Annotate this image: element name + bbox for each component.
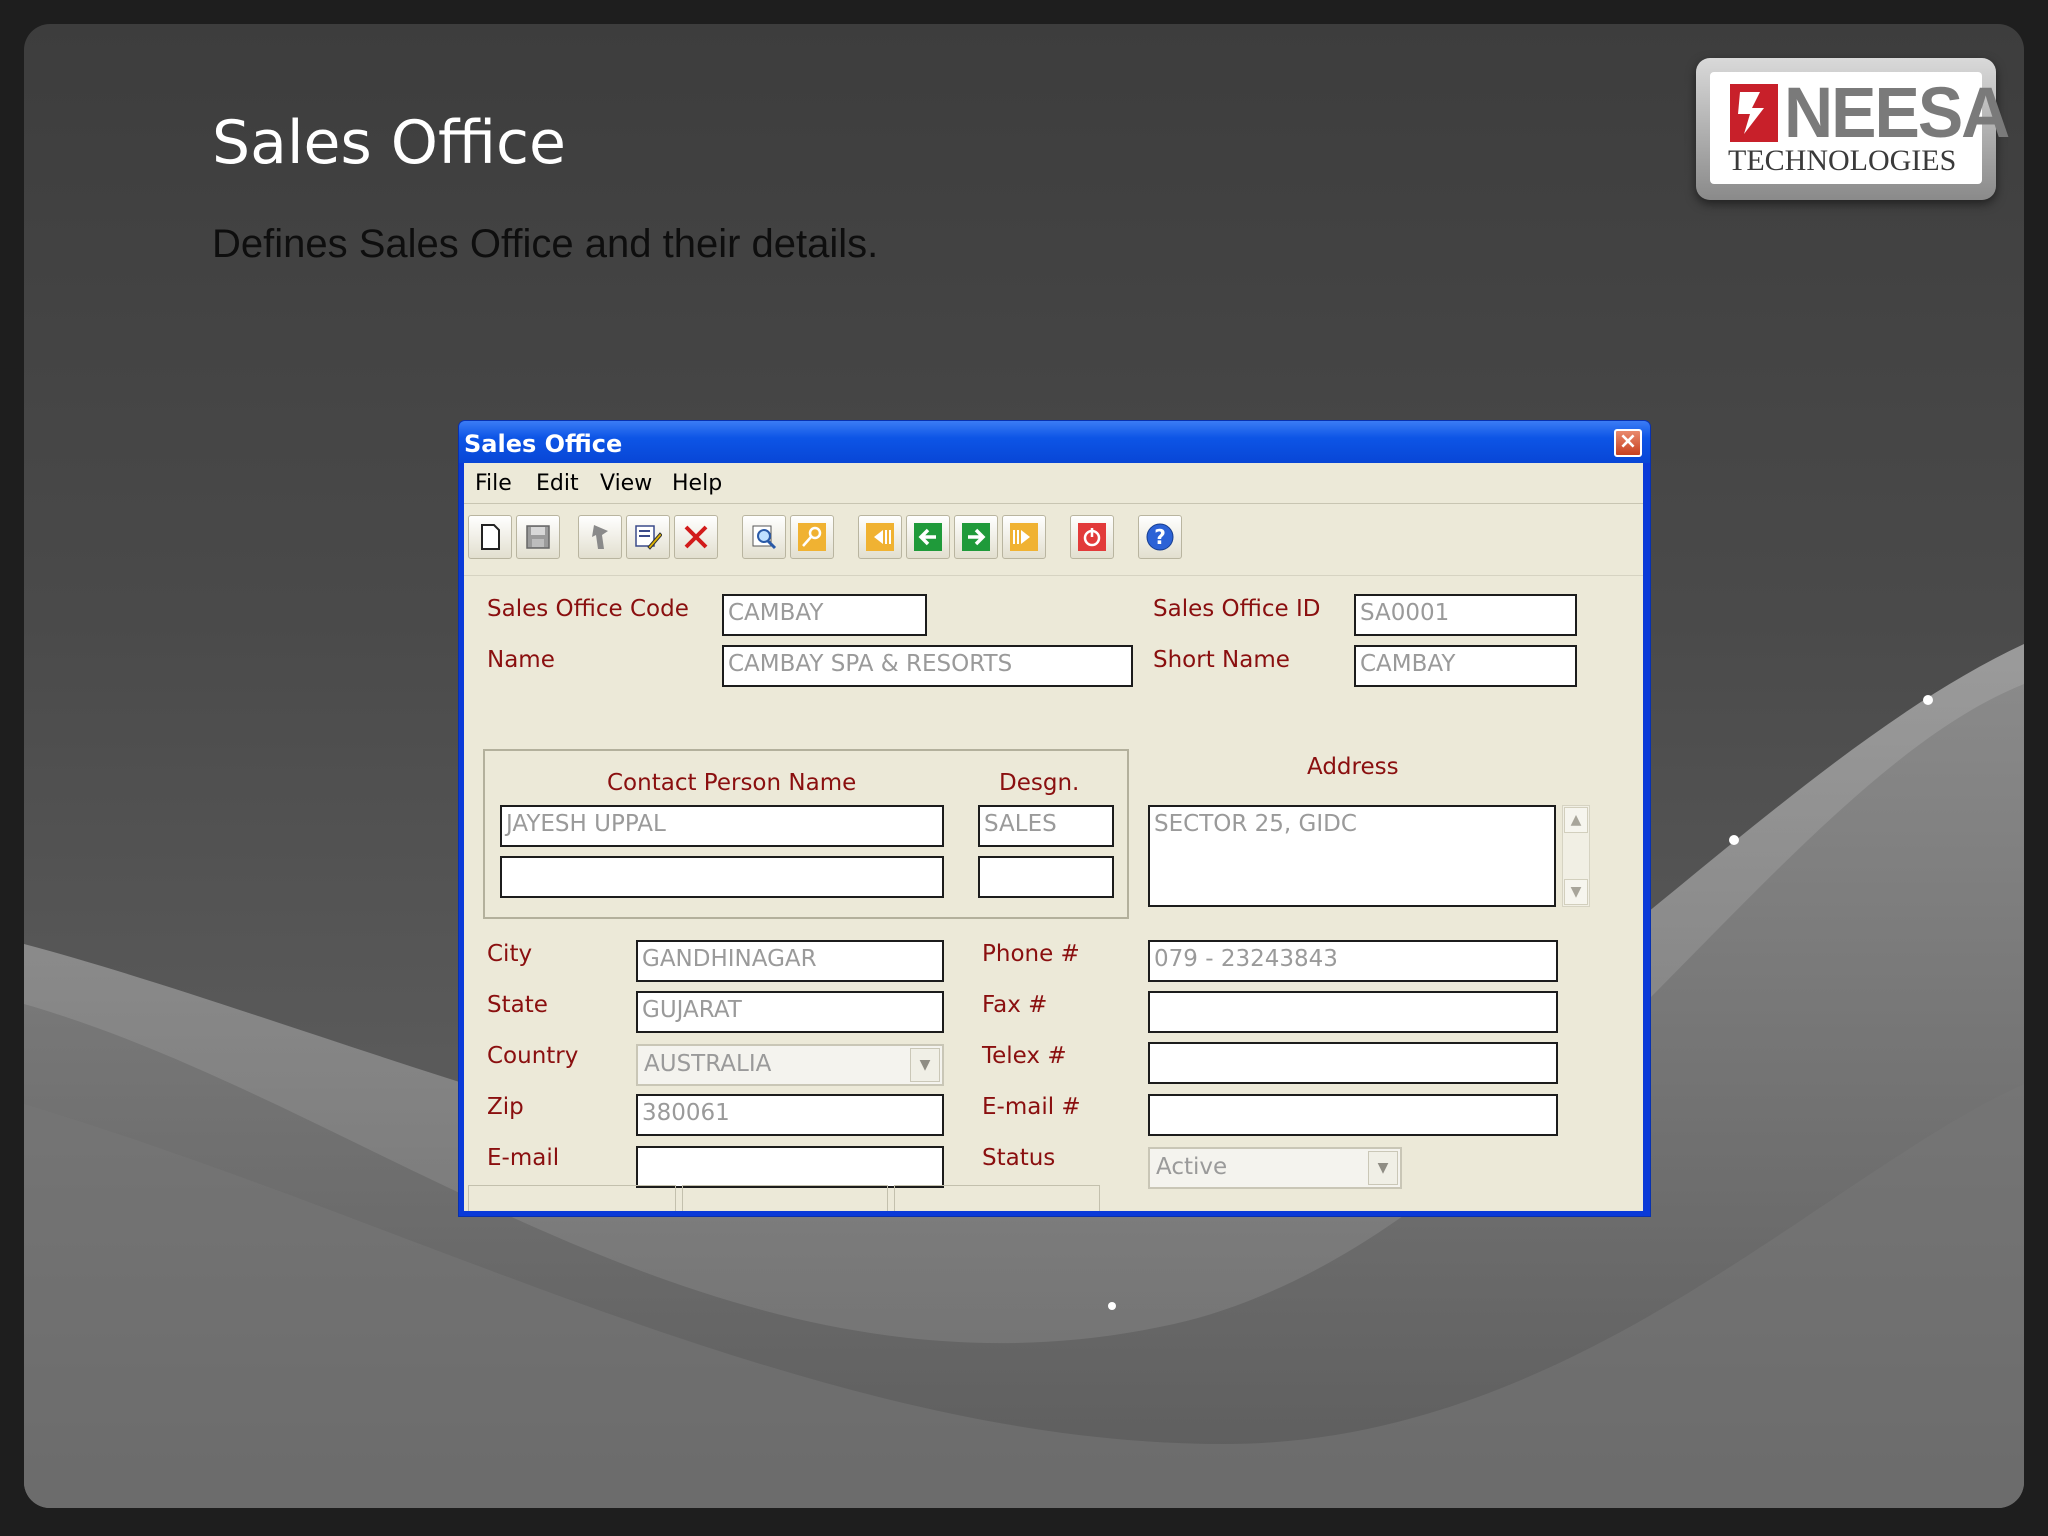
phone-field[interactable]: 079 - 23243843: [1148, 940, 1558, 982]
zip-label: Zip: [487, 1094, 524, 1120]
new-icon: [481, 524, 500, 550]
address-label: Address: [1307, 754, 1399, 780]
menubar: File Edit View Help: [464, 463, 1643, 504]
last-record-icon: [1010, 523, 1038, 551]
save-icon: [526, 525, 550, 549]
status-pane-2: [682, 1185, 888, 1211]
sales-office-id-field[interactable]: SA0001: [1354, 594, 1577, 636]
telex-field[interactable]: [1148, 1042, 1558, 1084]
stop-button[interactable]: [1070, 515, 1114, 559]
first-record-icon: [866, 523, 894, 551]
city-field[interactable]: GANDHINAGAR: [636, 940, 944, 982]
svg-text:?: ?: [1154, 525, 1166, 549]
country-value: AUSTRALIA: [644, 1051, 772, 1077]
delete-button[interactable]: [674, 515, 718, 559]
toolbar: ?: [464, 505, 1643, 576]
name-field[interactable]: CAMBAY SPA & RESORTS: [722, 645, 1133, 687]
logo-mark-icon: [1730, 84, 1778, 142]
sales-office-window: Sales Office × File Edit View Help ? Sal…: [459, 421, 1650, 1216]
close-button[interactable]: ×: [1614, 429, 1642, 457]
slide-subtitle: Defines Sales Office and their details.: [212, 222, 879, 266]
delete-icon: [684, 525, 708, 549]
edit-icon: [635, 525, 662, 550]
find-button[interactable]: [742, 515, 786, 559]
last-record-button[interactable]: [1002, 515, 1046, 559]
country-label: Country: [487, 1043, 579, 1069]
key-icon: [798, 523, 826, 551]
logo-text-sub: TECHNOLOGIES: [1728, 144, 1957, 177]
undo-button[interactable]: [578, 515, 622, 559]
key-button[interactable]: [790, 515, 834, 559]
zip-field[interactable]: 380061: [636, 1094, 944, 1136]
next-record-button[interactable]: [954, 515, 998, 559]
email-no-field[interactable]: [1148, 1094, 1558, 1136]
undo-icon: [592, 525, 608, 549]
menu-help[interactable]: Help: [672, 471, 722, 496]
address-textarea[interactable]: SECTOR 25, GIDC: [1148, 805, 1556, 907]
sales-office-id-label: Sales Office ID: [1153, 596, 1321, 622]
city-label: City: [487, 941, 533, 967]
status-value: Active: [1156, 1154, 1228, 1180]
short-name-label: Short Name: [1153, 647, 1290, 673]
country-dropdown[interactable]: AUSTRALIA ▼: [636, 1044, 944, 1086]
scroll-down-icon[interactable]: ▼: [1564, 879, 1588, 905]
previous-record-button[interactable]: [906, 515, 950, 559]
address-scrollbar[interactable]: ▲ ▼: [1562, 805, 1590, 907]
status-pane-3: [894, 1185, 1100, 1211]
save-button[interactable]: [516, 515, 560, 559]
status-label: Status: [982, 1145, 1056, 1171]
name-label: Name: [487, 647, 555, 673]
window-title: Sales Office: [464, 430, 623, 458]
scroll-up-icon[interactable]: ▲: [1564, 807, 1588, 833]
contact-name-field-2[interactable]: [500, 856, 944, 898]
contact-name-field-1[interactable]: JAYESH UPPAL: [500, 805, 944, 847]
menu-file[interactable]: File: [475, 471, 512, 496]
window-client-area: File Edit View Help ? Sales Office Code …: [464, 463, 1643, 1211]
sales-office-code-field[interactable]: CAMBAY: [722, 594, 927, 636]
stop-icon: [1078, 523, 1106, 551]
help-button[interactable]: ?: [1138, 515, 1182, 559]
sales-office-code-label: Sales Office Code: [487, 596, 689, 622]
designation-header: Desgn.: [999, 770, 1080, 796]
help-icon: ?: [1146, 523, 1174, 551]
fax-label: Fax #: [982, 992, 1048, 1018]
short-name-field[interactable]: CAMBAY: [1354, 645, 1577, 687]
find-icon: [752, 525, 777, 550]
window-titlebar[interactable]: Sales Office ×: [459, 421, 1650, 463]
first-record-button[interactable]: [858, 515, 902, 559]
fax-field[interactable]: [1148, 991, 1558, 1033]
new-button[interactable]: [468, 515, 512, 559]
state-label: State: [487, 992, 548, 1018]
phone-label: Phone #: [982, 941, 1080, 967]
logo-text-main: NEESA: [1784, 73, 2010, 153]
slide-title: Sales Office: [212, 108, 566, 178]
menu-view[interactable]: View: [600, 471, 652, 496]
statusbar: [464, 1179, 1643, 1211]
contact-person-name-header: Contact Person Name: [607, 770, 857, 796]
previous-record-icon: [914, 523, 942, 551]
telex-label: Telex #: [982, 1043, 1067, 1069]
contact-desgn-field-2[interactable]: [978, 856, 1114, 898]
menu-edit[interactable]: Edit: [536, 471, 579, 496]
chevron-down-icon[interactable]: ▼: [910, 1048, 940, 1082]
contact-desgn-field-1[interactable]: SALES: [978, 805, 1114, 847]
state-field[interactable]: GUJARAT: [636, 991, 944, 1033]
company-logo: NEESA TECHNOLOGIES: [1696, 58, 2010, 200]
next-record-icon: [962, 523, 990, 551]
email-no-label: E-mail #: [982, 1094, 1081, 1120]
email-label: E-mail: [487, 1145, 560, 1171]
edit-button[interactable]: [626, 515, 670, 559]
status-pane-1: [468, 1185, 676, 1211]
